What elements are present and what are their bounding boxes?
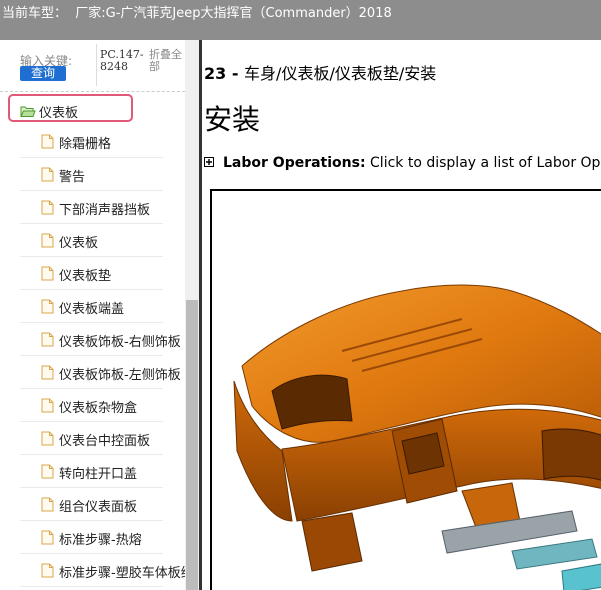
document-icon (41, 530, 54, 549)
document-icon (41, 563, 54, 582)
heading-path: 车身/仪表板/仪表板垫/安装 (244, 64, 437, 83)
document-icon (41, 365, 54, 384)
tree-root-label: 仪表板 (39, 106, 79, 121)
tree-item-label: 转向柱开口盖 (59, 467, 138, 482)
instrument-panel-drawing (233, 284, 601, 590)
tree-item-label: 警告 (59, 170, 86, 185)
vehicle-title: 当前车型： 厂家:G-广汽菲克Jeep大指挥官（Commander）2018 (2, 2, 392, 21)
tree-item-label: 仪表板杂物盒 (59, 401, 138, 416)
tree-item[interactable]: 转向柱开口盖 (20, 455, 163, 488)
document-icon (41, 464, 54, 483)
tree-item[interactable]: 组合仪表面板 (20, 488, 163, 521)
pc-code: PC.147-8248 (100, 48, 144, 73)
tree-item-label: 仪表板饰板-右侧饰板 (59, 335, 181, 350)
document-icon (41, 497, 54, 516)
labor-operations-text[interactable]: Labor Operations: Click to display a lis… (223, 155, 601, 171)
tree-item-label: 仪表台中控面板 (59, 434, 151, 449)
tree-item[interactable]: 仪表板 (20, 224, 163, 257)
scrollbar-thumb[interactable] (186, 300, 198, 590)
search-button[interactable]: 查询 (20, 66, 66, 81)
tree-item[interactable]: 仪表板杂物盒 (20, 389, 163, 422)
document-icon (41, 167, 54, 186)
tree-item[interactable]: 下部消声器挡板 (20, 191, 163, 224)
instrument-panel-illustration (210, 189, 601, 590)
document-icon (41, 266, 54, 285)
sidebar: 输入关键: 查询 PC.147-8248 折叠全部 仪表板 除霜栅格 警告 下部… (0, 40, 199, 590)
labor-label: Labor Operations: (223, 155, 366, 171)
tree-item[interactable]: 仪表板饰板-左侧饰板 (20, 356, 181, 389)
tree-item[interactable]: 仪表台中控面板 (20, 422, 163, 455)
tree-item-label: 仪表板饰板-左侧饰板 (59, 368, 181, 383)
document-icon (41, 332, 54, 351)
document-icon (41, 134, 54, 153)
search-panel: 输入关键: 查询 PC.147-8248 折叠全部 (0, 40, 199, 92)
tree-item[interactable]: 除霜栅格 (20, 125, 163, 158)
tree-item-label: 标准步骤-热熔 (59, 533, 142, 548)
separator (0, 91, 185, 92)
collapse-all-link[interactable]: 折叠全部 (149, 49, 187, 73)
document-icon (41, 233, 54, 252)
tree-item-label: 标准步骤-塑胶车体板维修 (59, 566, 199, 581)
vehicle-prefix: 当前车型： (2, 6, 68, 21)
document-icon (41, 299, 54, 318)
plus-box-icon[interactable] (204, 157, 214, 167)
sidebar-scrollbar[interactable] (185, 40, 199, 590)
top-bar: 当前车型： 厂家:G-广汽菲克Jeep大指挥官（Commander）2018 (0, 0, 601, 40)
heading-number: 23 - (204, 64, 245, 83)
tree-item-label: 下部消声器挡板 (59, 203, 151, 218)
tree-item-label: 仪表板垫 (59, 269, 112, 284)
tree-item-label: 组合仪表面板 (59, 500, 138, 515)
tree-item-label: 仪表板端盖 (59, 302, 125, 317)
tree-item[interactable]: 警告 (20, 158, 163, 191)
tree-root-item[interactable]: 仪表板 (8, 94, 133, 122)
vehicle-name: 厂家:G-广汽菲克Jeep大指挥官（Commander）2018 (75, 6, 392, 21)
tree-item[interactable]: 标准步骤-热熔 (20, 521, 163, 554)
tree-item[interactable]: 仪表板饰板-右侧饰板 (20, 323, 181, 356)
document-heading: 23 - 车身/仪表板/仪表板垫/安装 (204, 60, 436, 84)
tree-list: 除霜栅格 警告 下部消声器挡板 仪表板 仪表板垫 仪表板端盖 仪表板饰板-右侧饰… (20, 125, 199, 587)
document-icon (41, 200, 54, 219)
document-pane: 23 - 车身/仪表板/仪表板垫/安装 安装 Labor Operations:… (202, 40, 601, 590)
labor-description: Click to display a list of Labor Operati… (370, 155, 601, 171)
document-icon (41, 398, 54, 417)
tree-item[interactable]: 仪表板端盖 (20, 290, 163, 323)
divider (96, 44, 97, 86)
tree-item[interactable]: 仪表板垫 (20, 257, 163, 290)
tree-item-label: 除霜栅格 (59, 137, 112, 152)
tree-item-label: 仪表板 (59, 236, 99, 251)
folder-open-icon (20, 103, 36, 122)
document-icon (41, 431, 54, 450)
tree-item[interactable]: 标准步骤-塑胶车体板维修 (20, 554, 199, 587)
section-title: 安装 (204, 103, 261, 136)
